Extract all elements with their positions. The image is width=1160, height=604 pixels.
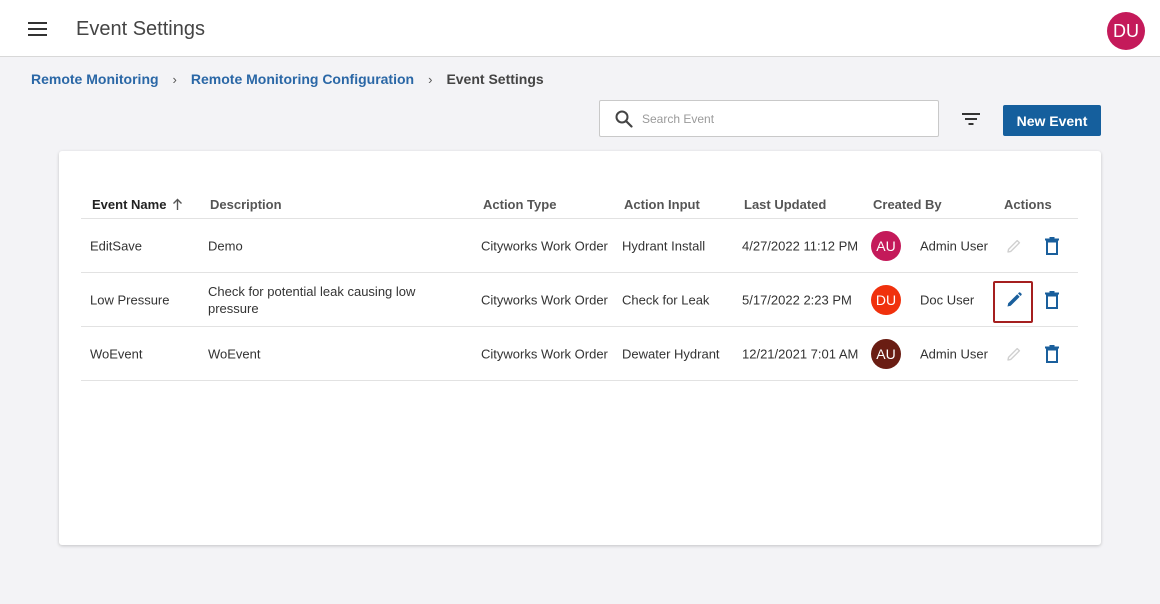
event-name-cell: Low Pressure — [90, 292, 170, 307]
breadcrumb-separator: › — [428, 71, 433, 87]
last-updated-cell: 5/17/2022 2:23 PM — [742, 292, 852, 307]
edit-button[interactable] — [1004, 290, 1024, 310]
delete-button[interactable] — [1042, 344, 1062, 364]
pencil-icon — [1007, 347, 1021, 361]
events-table-card: Event Name Description Action Type Actio… — [59, 151, 1101, 545]
table-row[interactable]: WoEvent WoEvent Cityworks Work Order Dew… — [81, 327, 1078, 381]
delete-button[interactable] — [1042, 290, 1062, 310]
pencil-icon — [1007, 239, 1021, 253]
breadcrumb-current: Event Settings — [446, 71, 544, 87]
action-input-cell: Hydrant Install — [622, 238, 706, 253]
filter-icon[interactable] — [961, 111, 981, 127]
search-box[interactable] — [599, 100, 939, 137]
description-cell: WoEvent — [208, 346, 261, 361]
table-row[interactable]: Low Pressure Check for potential leak ca… — [81, 273, 1078, 327]
breadcrumb-link-remote-monitoring[interactable]: Remote Monitoring — [31, 71, 159, 87]
menu-icon[interactable] — [28, 22, 47, 36]
breadcrumb-link-remote-monitoring-configuration[interactable]: Remote Monitoring Configuration — [191, 71, 414, 87]
edit-button[interactable] — [1004, 344, 1024, 364]
description-cell: Demo — [208, 238, 243, 253]
table-row[interactable]: EditSave Demo Cityworks Work Order Hydra… — [81, 219, 1078, 273]
trash-icon — [1045, 237, 1059, 255]
action-type-cell: Cityworks Work Order — [481, 346, 608, 361]
last-updated-cell: 4/27/2022 11:12 PM — [742, 238, 859, 253]
description-cell: Check for potential leak causing low pre… — [208, 283, 416, 316]
new-event-button[interactable]: New Event — [1003, 105, 1101, 136]
top-bar: Event Settings DU — [0, 0, 1160, 57]
action-type-cell: Cityworks Work Order — [481, 292, 608, 307]
edit-button[interactable] — [1004, 236, 1024, 256]
user-avatar[interactable]: DU — [1107, 12, 1145, 50]
breadcrumb-separator: › — [172, 71, 177, 87]
column-header-description[interactable]: Description — [210, 197, 282, 212]
search-input[interactable] — [642, 109, 922, 129]
event-name-cell: WoEvent — [90, 346, 143, 361]
action-type-cell: Cityworks Work Order — [481, 238, 608, 253]
creator-name-cell: Admin User — [920, 238, 988, 253]
pencil-icon — [1007, 292, 1022, 307]
column-header-created-by[interactable]: Created By — [873, 197, 942, 212]
page-title: Event Settings — [76, 18, 205, 40]
creator-name-cell: Doc User — [920, 292, 975, 307]
action-input-cell: Check for Leak — [622, 292, 710, 307]
creator-name-cell: Admin User — [920, 346, 988, 361]
trash-icon — [1045, 291, 1059, 309]
column-header-actions: Actions — [1004, 197, 1052, 212]
creator-avatar: AU — [871, 231, 901, 261]
last-updated-cell: 12/21/2021 7:01 AM — [742, 346, 859, 361]
column-header-label: Event Name — [92, 197, 167, 212]
delete-button[interactable] — [1042, 236, 1062, 256]
breadcrumb: Remote Monitoring › Remote Monitoring Co… — [31, 70, 544, 88]
column-header-action-input[interactable]: Action Input — [624, 197, 700, 212]
column-header-last-updated[interactable]: Last Updated — [744, 197, 826, 212]
trash-icon — [1045, 345, 1059, 363]
event-name-cell: EditSave — [90, 238, 143, 253]
sort-arrow-up-icon — [173, 198, 183, 210]
creator-avatar: AU — [871, 339, 901, 369]
column-header-event-name[interactable]: Event Name — [92, 197, 183, 212]
action-input-cell: Dewater Hydrant — [622, 346, 720, 361]
column-header-action-type[interactable]: Action Type — [483, 197, 556, 212]
creator-avatar: DU — [871, 285, 901, 315]
search-icon — [615, 110, 633, 128]
